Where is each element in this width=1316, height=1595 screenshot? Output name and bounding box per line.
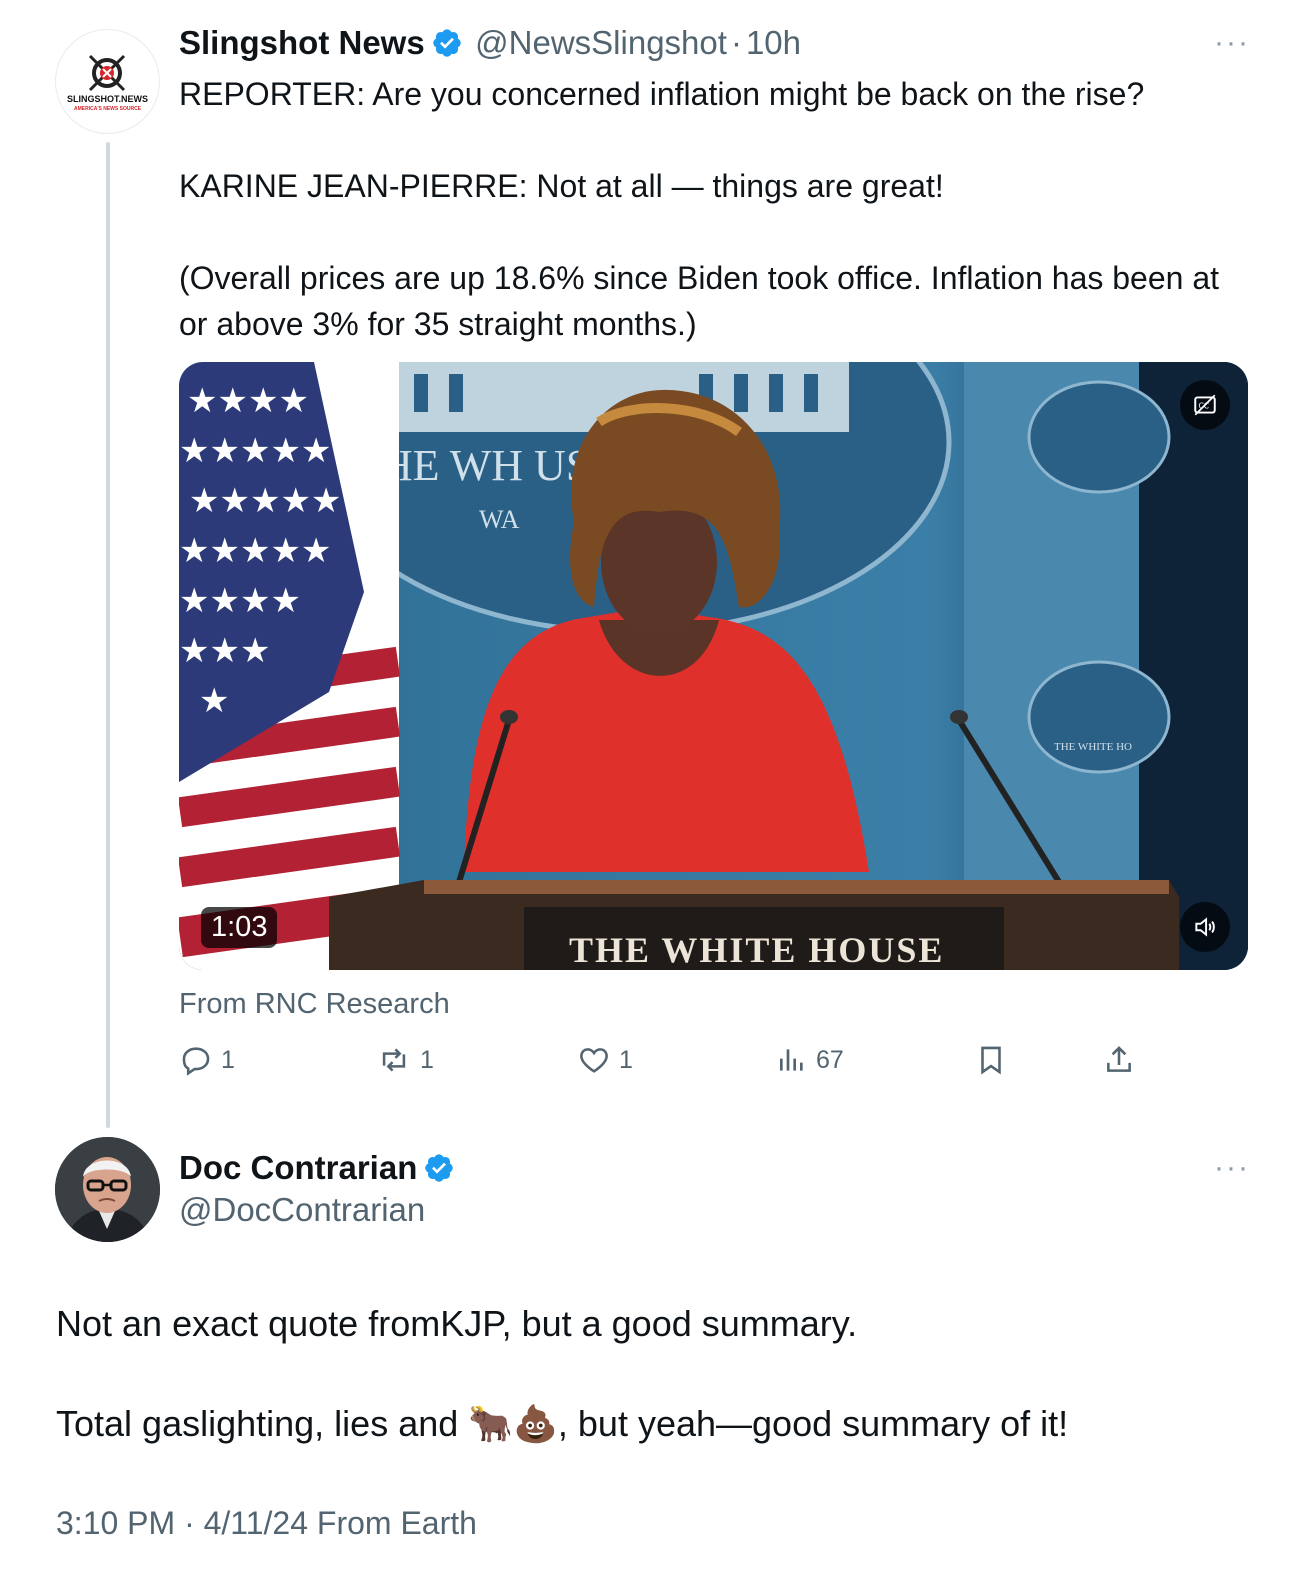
like-button[interactable]: 1 — [577, 1043, 633, 1077]
thread-line — [106, 142, 110, 1128]
reply-header: Doc Contrarian — [179, 1149, 455, 1187]
repost-button[interactable]: 1 — [376, 1043, 434, 1077]
reply-button[interactable]: 1 — [179, 1043, 235, 1077]
video-frame: THE WH USE WA THE WHITE HO ★★★★★★★★★★★★★… — [179, 362, 1248, 970]
tweet-text: REPORTER: Are you concerned inflation mi… — [179, 76, 1220, 342]
share-button[interactable] — [1102, 1043, 1144, 1077]
verified-badge-icon — [431, 27, 463, 59]
svg-text:★★★★: ★★★★ — [179, 581, 301, 621]
reply-author-handle[interactable]: @DocContrarian — [179, 1191, 425, 1229]
media-source[interactable]: From RNC Research — [179, 988, 450, 1021]
sign-subtext: WA — [479, 505, 520, 534]
logo-text: SLINGSHOT.NEWS — [66, 94, 148, 104]
avatar-portrait — [55, 1137, 160, 1242]
more-options-icon[interactable]: ··· — [1214, 1151, 1250, 1185]
svg-text:★★★★: ★★★★ — [187, 381, 309, 421]
views-icon — [780, 1049, 803, 1071]
svg-text:★: ★ — [199, 681, 229, 721]
repost-count: 1 — [420, 1045, 434, 1074]
bookmark-button[interactable] — [974, 1043, 1016, 1077]
svg-text:★★★★★: ★★★★★ — [189, 481, 341, 521]
tweet-time[interactable]: 10h — [746, 24, 801, 61]
volume-icon[interactable] — [1180, 902, 1230, 952]
reply-text-line2: Total gaslighting, lies and 🐂💩, but yeah… — [56, 1403, 1069, 1444]
heart-icon — [580, 1048, 608, 1073]
slingshot-avatar[interactable]: SLINGSHOT.NEWS AMERICA'S NEWS SOURCE — [55, 29, 160, 134]
verified-badge-icon — [423, 1152, 455, 1184]
reply-author-name[interactable]: Doc Contrarian — [179, 1149, 417, 1186]
svg-text:★★★: ★★★ — [179, 631, 270, 671]
views-button[interactable]: 67 — [776, 1043, 844, 1077]
share-icon — [1107, 1046, 1131, 1072]
view-count: 67 — [816, 1045, 844, 1074]
reply-text-line1: Not an exact quote fromKJP, but a good s… — [56, 1303, 858, 1344]
seal-text: THE WHITE HO — [1054, 741, 1132, 753]
reply-timestamp[interactable]: 3:10 PM · 4/11/24 From Earth — [56, 1505, 477, 1542]
separator-dot: · — [730, 24, 742, 61]
video-player[interactable]: THE WH USE WA THE WHITE HO ★★★★ ★★★★★ ★★★★… — [179, 362, 1248, 970]
author-handle[interactable]: @NewsSlingshot — [475, 24, 727, 61]
captions-off-icon[interactable]: CC — [1180, 380, 1230, 430]
bookmark-icon — [981, 1046, 1001, 1075]
logo-tagline: AMERICA'S NEWS SOURCE — [73, 106, 142, 112]
doc-contrarian-avatar[interactable] — [55, 1137, 160, 1242]
svg-text:★★★★★: ★★★★★ — [179, 431, 331, 471]
video-duration: 1:03 — [201, 907, 278, 948]
podium-text: THE WHITE HOUSE — [569, 930, 944, 970]
repost-icon — [382, 1048, 406, 1072]
reply-icon — [182, 1047, 210, 1076]
more-options-icon[interactable]: ··· — [1214, 26, 1250, 60]
tweet-header: Slingshot News @NewsSlingshot · 10h — [179, 24, 801, 62]
slingshot-logo — [88, 54, 126, 92]
author-name[interactable]: Slingshot News — [179, 24, 425, 61]
svg-text:★★★★★: ★★★★★ — [179, 531, 331, 571]
like-count: 1 — [619, 1045, 633, 1074]
reply-count: 1 — [221, 1045, 235, 1074]
